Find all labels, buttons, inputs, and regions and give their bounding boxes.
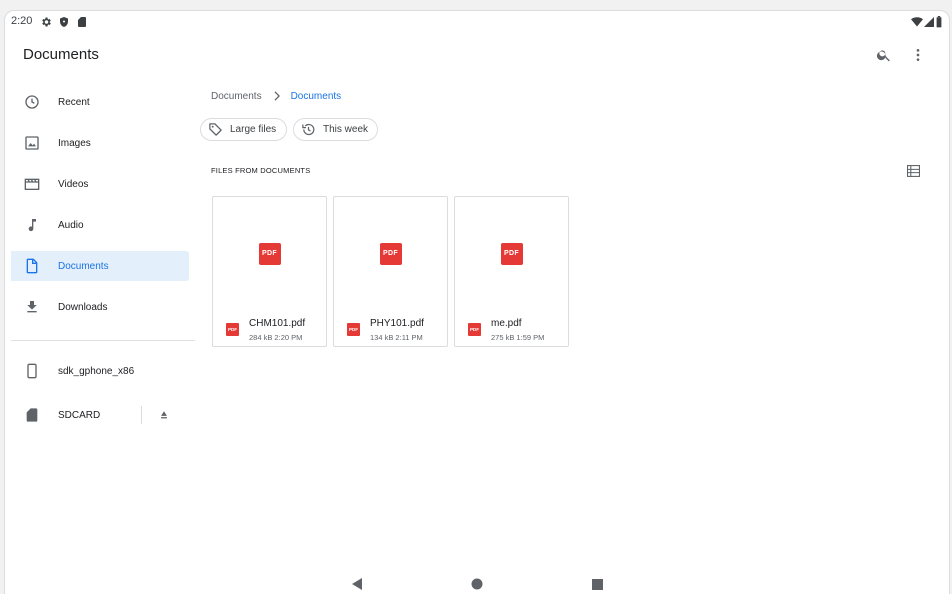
more-vert-icon[interactable] — [907, 44, 929, 66]
file-card[interactable]: PDF PDF me.pdf 275 kB 1:59 PM — [454, 196, 569, 347]
chip-label: Large files — [230, 124, 277, 135]
history-icon — [300, 122, 316, 138]
sdcard-icon — [76, 15, 88, 27]
chevron-right-icon — [273, 91, 281, 101]
sidebar-item-label: Downloads — [58, 301, 108, 313]
file-meta: 275 kB 1:59 PM — [491, 333, 545, 342]
wifi-icon — [911, 15, 923, 27]
sidebar: Recent Images Videos Audio Documents Dow… — [11, 87, 189, 333]
status-time: 2:20 — [11, 15, 33, 27]
sidebar-item-label: Videos — [58, 178, 89, 190]
file-meta: 284 kB 2:20 PM — [249, 333, 303, 342]
chip-label: This week — [323, 124, 369, 135]
phone-icon — [23, 362, 41, 380]
document-icon — [23, 257, 41, 275]
sidebar-item-videos[interactable]: Videos — [11, 169, 189, 199]
breadcrumb-item-current[interactable]: Documents — [291, 91, 342, 102]
file-name: CHM101.pdf — [249, 318, 306, 329]
video-icon — [23, 175, 41, 193]
sidebar-item-device[interactable]: sdk_gphone_x86 — [11, 356, 189, 386]
eject-icon[interactable] — [156, 407, 172, 423]
sidebar-item-audio[interactable]: Audio — [11, 210, 189, 240]
tag-icon — [207, 122, 223, 138]
back-icon[interactable] — [350, 577, 364, 591]
shield-icon — [58, 15, 70, 27]
sidebar-item-label: Images — [58, 137, 91, 149]
list-view-icon[interactable] — [905, 163, 921, 179]
pdf-icon: PDF — [468, 323, 481, 336]
sidebar-item-label: sdk_gphone_x86 — [58, 365, 135, 377]
sdcard-icon — [23, 406, 41, 424]
sidebar-item-label: Audio — [58, 219, 84, 231]
pdf-icon: PDF — [379, 242, 402, 265]
battery-icon — [936, 15, 942, 28]
file-name: PHY101.pdf — [370, 318, 424, 329]
page-title: Documents — [23, 46, 99, 63]
sidebar-item-documents[interactable]: Documents — [11, 251, 189, 281]
breadcrumb: Documents Documents — [211, 89, 341, 103]
signal-icon — [923, 15, 935, 27]
file-thumbnail: PDF — [334, 197, 447, 310]
recents-icon[interactable] — [590, 577, 604, 591]
screen: 2:20 Documents Recent Images Videos Audi… — [4, 10, 950, 594]
sidebar-divider — [11, 340, 195, 341]
section-header: FILES FROM DOCUMENTS — [211, 166, 311, 175]
pdf-icon: PDF — [258, 242, 281, 265]
file-thumbnail: PDF — [455, 197, 568, 310]
eject-divider — [141, 406, 142, 424]
sidebar-item-label: Recent — [58, 96, 90, 108]
file-card[interactable]: PDF PDF PHY101.pdf 134 kB 2:11 PM — [333, 196, 448, 347]
pdf-icon: PDF — [347, 323, 360, 336]
download-icon — [23, 298, 41, 316]
settings-icon — [40, 15, 52, 27]
file-card[interactable]: PDF PDF CHM101.pdf 284 kB 2:20 PM — [212, 196, 327, 347]
status-bar: 2:20 — [5, 11, 949, 31]
sidebar-item-label: SDCARD — [58, 409, 101, 421]
sidebar-item-images[interactable]: Images — [11, 128, 189, 158]
breadcrumb-item[interactable]: Documents — [211, 91, 262, 102]
pdf-icon: PDF — [500, 242, 523, 265]
sidebar-item-label: Documents — [58, 260, 109, 272]
sidebar-item-recent[interactable]: Recent — [11, 87, 189, 117]
pdf-icon: PDF — [226, 323, 239, 336]
search-icon[interactable] — [873, 44, 895, 66]
clock-icon — [23, 93, 41, 111]
image-icon — [23, 134, 41, 152]
sidebar-item-downloads[interactable]: Downloads — [11, 292, 189, 322]
file-thumbnail: PDF — [213, 197, 326, 310]
chip-this-week[interactable]: This week — [293, 118, 378, 141]
music-note-icon — [23, 216, 41, 234]
home-icon[interactable] — [470, 577, 484, 591]
file-meta: 134 kB 2:11 PM — [370, 333, 423, 342]
chip-large-files[interactable]: Large files — [200, 118, 287, 141]
file-name: me.pdf — [491, 318, 522, 329]
